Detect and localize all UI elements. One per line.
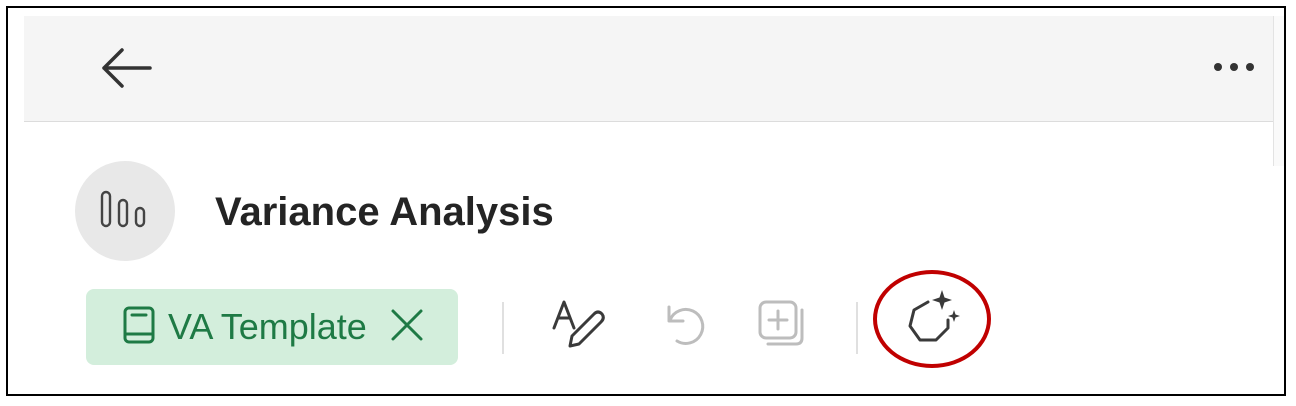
add-copy-icon [756, 298, 808, 355]
toolbar-divider [856, 302, 858, 354]
toolbar-divider [502, 302, 504, 354]
avatar [75, 161, 175, 261]
back-button[interactable] [94, 38, 158, 102]
sparkle-hexagon-icon [902, 288, 962, 353]
undo-icon [659, 301, 709, 352]
template-chip-label: VA Template [168, 306, 367, 347]
header-bar [24, 16, 1278, 122]
app-window: Variance Analysis VA Template [6, 6, 1286, 396]
book-icon [122, 305, 156, 350]
template-chip[interactable]: VA Template [86, 289, 458, 365]
arrow-left-icon [98, 46, 154, 95]
close-icon [390, 308, 424, 347]
rewrite-pen-icon [550, 298, 606, 355]
copilot-button[interactable] [902, 288, 962, 353]
more-horizontal-icon [1211, 60, 1257, 78]
page-title: Variance Analysis [215, 190, 554, 234]
remove-template-button[interactable] [387, 307, 427, 347]
add-copy-button[interactable] [752, 296, 812, 356]
more-options-button[interactable] [1206, 44, 1262, 94]
main-content: Variance Analysis VA Template [24, 122, 1278, 392]
undo-button[interactable] [654, 296, 714, 356]
bar-chart-icon [99, 189, 151, 234]
rewrite-button[interactable] [548, 296, 608, 356]
